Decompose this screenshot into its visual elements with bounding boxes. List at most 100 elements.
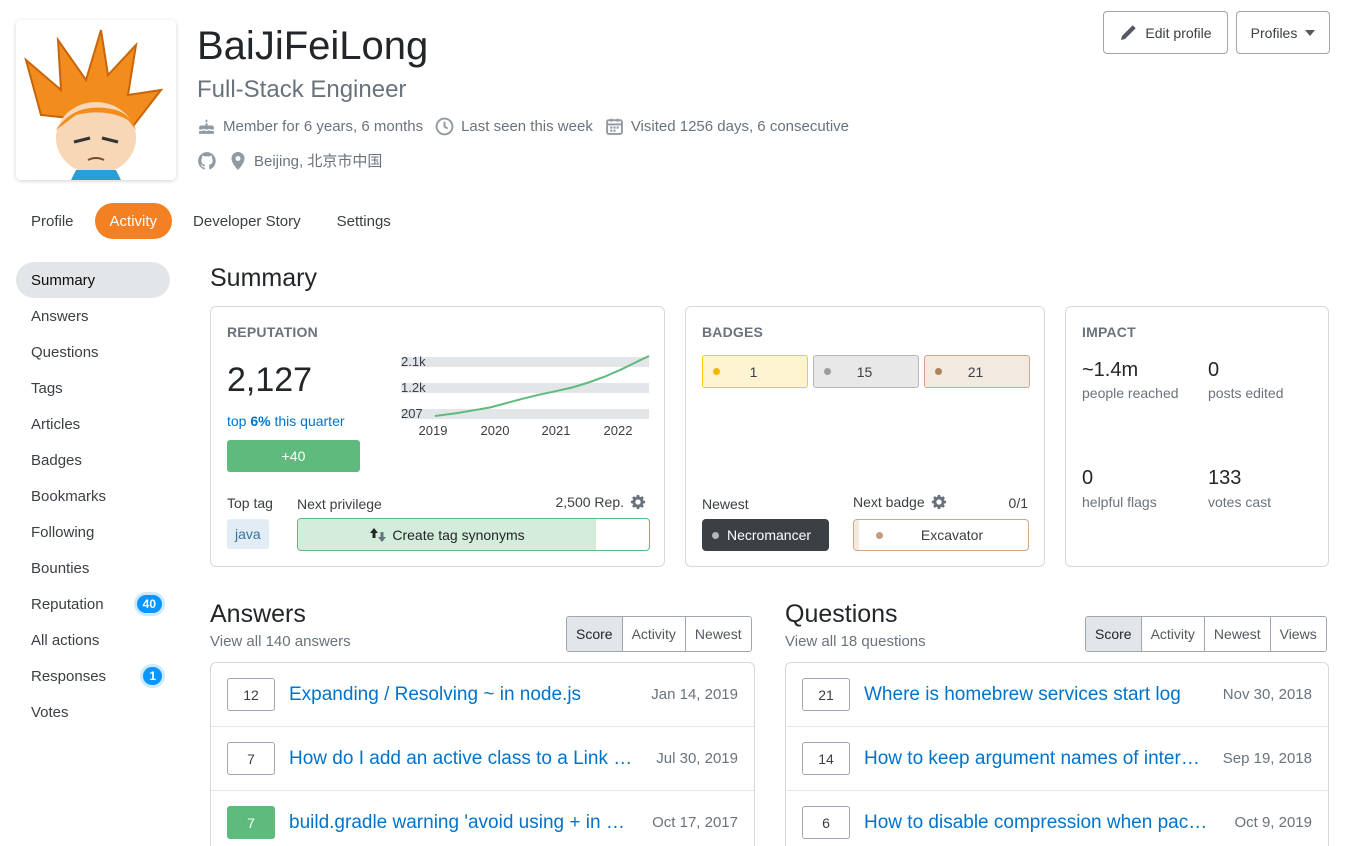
answers-heading: Answers xyxy=(210,600,306,628)
reputation-rank-link[interactable]: top 6% this quarter xyxy=(227,413,345,429)
next-badge-progress[interactable]: Excavator xyxy=(853,519,1029,551)
location: Beijing, 北京市中国 xyxy=(229,150,382,171)
chart-y-tick-label: 1.2k xyxy=(401,380,426,395)
profiles-dropdown-button[interactable]: Profiles xyxy=(1236,11,1330,54)
answers-sort-tabs: Score Activity Newest xyxy=(566,616,752,652)
sidebar-item-label: Articles xyxy=(31,415,81,433)
sidebar-item-bookmarks[interactable]: Bookmarks xyxy=(16,478,170,514)
silver-badge-count: 15 xyxy=(856,363,873,380)
gear-icon[interactable] xyxy=(931,494,947,510)
sidebar-item-all-actions[interactable]: All actions xyxy=(16,622,170,658)
answer-title-link[interactable]: build.gradle warning 'avoid using + in v… xyxy=(289,812,652,834)
gold-badge-icon xyxy=(713,368,720,375)
tab-developer-story[interactable]: Developer Story xyxy=(178,203,316,239)
questions-sort-activity[interactable]: Activity xyxy=(1140,617,1204,651)
answers-sort-score[interactable]: Score xyxy=(567,617,622,651)
answer-title-link[interactable]: Expanding / Resolving ~ in node.js xyxy=(289,684,651,706)
people-reached-label: people reached xyxy=(1082,385,1179,401)
tab-settings[interactable]: Settings xyxy=(322,203,406,239)
location-pin-icon xyxy=(231,151,245,170)
sidebar-item-answers[interactable]: Answers xyxy=(16,298,170,334)
silver-badge-icon xyxy=(712,531,719,539)
sidebar-item-label: Summary xyxy=(31,271,96,289)
sidebar-item-summary[interactable]: Summary xyxy=(16,262,170,298)
questions-sort-newest[interactable]: Newest xyxy=(1203,617,1270,651)
tab-activity[interactable]: Activity xyxy=(94,203,173,239)
profile-tabs: Profile Activity Developer Story Setting… xyxy=(16,203,406,239)
chart-x-tick-label: 2020 xyxy=(481,423,510,438)
sidebar-item-badges[interactable]: Badges xyxy=(16,442,170,478)
list-item: 7 How do I add an active class to a Link… xyxy=(211,727,754,791)
helpful-flags-label: helpful flags xyxy=(1082,494,1157,510)
calendar-icon xyxy=(605,118,623,135)
question-title-link[interactable]: How to disable compression when packing … xyxy=(864,812,1234,834)
chart-y-tick-label: 2.1k xyxy=(401,354,426,369)
sidebar-item-label: Following xyxy=(31,523,95,541)
posts-edited-label: posts edited xyxy=(1208,385,1284,401)
impact-heading: IMPACT xyxy=(1082,324,1136,340)
view-all-questions-link[interactable]: View all 18 questions xyxy=(785,633,926,650)
sidebar-item-articles[interactable]: Articles xyxy=(16,406,170,442)
next-badge-label-row: Next badge xyxy=(853,494,947,510)
sidebar-item-bounties[interactable]: Bounties xyxy=(16,550,170,586)
visited: Visited 1256 days, 6 consecutive xyxy=(605,117,849,136)
sidebar-item-tags[interactable]: Tags xyxy=(16,370,170,406)
sidebar-item-responses[interactable]: Responses 1 xyxy=(16,658,170,694)
question-score: 21 xyxy=(802,678,850,711)
avatar[interactable] xyxy=(16,20,176,180)
user-meta: Member for 6 years, 6 months Last seen t… xyxy=(197,117,855,136)
next-badge-label: Next badge xyxy=(853,494,925,510)
gold-badges[interactable]: 1 xyxy=(702,355,808,388)
silver-badge-icon xyxy=(824,368,831,375)
rank-prefix: top xyxy=(227,413,251,429)
view-all-answers-link[interactable]: View all 140 answers xyxy=(210,633,351,650)
sidebar-item-reputation[interactable]: Reputation 40 xyxy=(16,586,170,622)
sidebar-item-following[interactable]: Following xyxy=(16,514,170,550)
next-privilege-name: Create tag synonyms xyxy=(392,526,525,543)
chart-x-tick-label: 2022 xyxy=(604,423,633,438)
github-icon[interactable] xyxy=(197,151,217,171)
sidebar-item-label: Bookmarks xyxy=(31,487,107,505)
silver-badges[interactable]: 15 xyxy=(813,355,919,388)
summary-heading: Summary xyxy=(210,264,317,292)
gear-icon[interactable] xyxy=(630,494,646,510)
next-privilege-progress[interactable]: Create tag synonyms xyxy=(297,518,650,551)
sidebar-item-label: Tags xyxy=(31,379,63,397)
sidebar-item-label: Responses xyxy=(31,667,107,685)
bronze-badges[interactable]: 21 xyxy=(924,355,1030,388)
answer-score-accepted: 7 xyxy=(227,806,275,839)
list-item: 21 Where is homebrew services start log … xyxy=(786,663,1328,727)
next-badge-progress-fill xyxy=(854,520,859,550)
next-privilege-amount: 2,500 Rep. xyxy=(556,494,647,510)
questions-sort-views[interactable]: Views xyxy=(1269,617,1326,651)
list-item: 12 Expanding / Resolving ~ in node.js Ja… xyxy=(211,663,754,727)
sort-arrows-icon xyxy=(370,527,387,542)
answers-list: 12 Expanding / Resolving ~ in node.js Ja… xyxy=(210,662,755,846)
sidebar-item-votes[interactable]: Votes xyxy=(16,694,170,730)
tab-profile[interactable]: Profile xyxy=(16,203,89,239)
answer-title-link[interactable]: How do I add an active class to a Link f… xyxy=(289,748,656,770)
github-link[interactable] xyxy=(197,151,217,171)
edit-profile-button[interactable]: Edit profile xyxy=(1103,11,1228,54)
sidebar-item-questions[interactable]: Questions xyxy=(16,334,170,370)
impact-card: IMPACT ~1.4m people reached 0 posts edit… xyxy=(1065,306,1329,567)
answers-sort-newest[interactable]: Newest xyxy=(684,617,751,651)
questions-heading: Questions xyxy=(785,600,898,628)
question-title-link[interactable]: How to keep argument names of interface … xyxy=(864,748,1223,770)
newest-badge[interactable]: Necromancer xyxy=(702,519,829,551)
list-item: 14 How to keep argument names of interfa… xyxy=(786,727,1328,791)
question-title-link[interactable]: Where is homebrew services start log xyxy=(864,684,1223,706)
clock-icon xyxy=(435,117,454,136)
answers-sort-activity[interactable]: Activity xyxy=(621,617,685,651)
chart-gridline xyxy=(401,409,649,419)
questions-sort-score[interactable]: Score xyxy=(1086,617,1141,651)
rank-suffix: this quarter xyxy=(270,413,345,429)
reputation-card: REPUTATION 2,127 top 6% this quarter +40… xyxy=(210,306,665,567)
reputation-heading: REPUTATION xyxy=(227,324,318,340)
question-date: Sep 19, 2018 xyxy=(1222,750,1312,767)
reputation-gain[interactable]: +40 xyxy=(227,440,360,472)
chart-y-tick-label: 207 xyxy=(401,406,423,421)
list-item: 6 How to disable compression when packin… xyxy=(786,791,1328,846)
chart-x-tick-label: 2021 xyxy=(542,423,571,438)
top-tag-chip[interactable]: java xyxy=(227,519,269,549)
